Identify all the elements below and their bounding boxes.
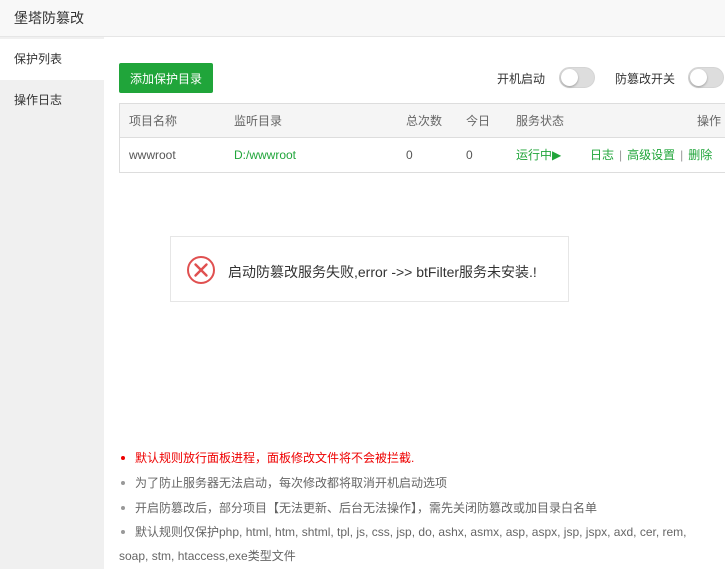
protect-table: 项目名称 监听目录 总次数 今日 服务状态 操作 wwwroot D:/wwwr… bbox=[119, 103, 725, 173]
col-header-ops: 操作 bbox=[697, 114, 722, 128]
row-ops: 日志 | 高级设置 | 删除 bbox=[590, 138, 712, 172]
bullet-icon bbox=[121, 481, 125, 485]
list-item: 开启防篡改后，部分项目【无法更新、后台无法操作】，需先关闭防篡改或加目录白名单 bbox=[119, 500, 719, 516]
ops-separator: | bbox=[680, 148, 684, 162]
bullet-icon bbox=[121, 456, 125, 460]
toggle-knob bbox=[561, 69, 578, 86]
note-text: 默认规则放行面板进程，面板修改文件将不会被拦截. bbox=[135, 451, 415, 465]
note-text: 默认规则仅保护php, html, htm, shtml, tpl, js, c… bbox=[119, 525, 687, 563]
autostart-label: 开机启动 bbox=[497, 72, 546, 86]
table-row: wwwroot D:/wwwroot 0 0 运行中▶ 日志 | 高级设置 | 删除 bbox=[120, 138, 725, 172]
delete-link[interactable]: 删除 bbox=[688, 148, 712, 162]
sidebar-item-protect-list[interactable]: 保护列表 bbox=[0, 39, 104, 80]
main-panel: 添加保护目录 开机启动 防篡改开关 项目名称 监听目录 总次数 今日 服务状态 … bbox=[104, 37, 725, 569]
sidebar-item-label: 保护列表 bbox=[14, 52, 63, 66]
log-link[interactable]: 日志 bbox=[590, 148, 614, 162]
row-today: 0 bbox=[466, 148, 473, 162]
sidebar-item-label: 操作日志 bbox=[14, 93, 63, 107]
notes-list: 默认规则放行面板进程，面板修改文件将不会被拦截. 为了防止服务器无法启动，每次修… bbox=[119, 450, 719, 569]
title-bar: 堡塔防篡改 bbox=[0, 0, 725, 37]
list-item: 默认规则仅保护php, html, htm, shtml, tpl, js, c… bbox=[119, 520, 719, 568]
col-header-dir: 监听目录 bbox=[234, 114, 283, 128]
error-toast: 启动防篡改服务失败,error ->> btFilter服务未安装.! bbox=[170, 236, 569, 302]
toggle-knob bbox=[690, 69, 707, 86]
row-dir-link[interactable]: D:/wwwroot bbox=[234, 138, 296, 172]
tamper-toggle[interactable] bbox=[688, 67, 724, 88]
error-message: 启动防篡改服务失败,error ->> btFilter服务未安装.! bbox=[228, 264, 537, 280]
add-protect-dir-button[interactable]: 添加保护目录 bbox=[119, 63, 213, 93]
table-header: 项目名称 监听目录 总次数 今日 服务状态 操作 bbox=[120, 104, 725, 138]
list-item: 默认规则放行面板进程，面板修改文件将不会被拦截. bbox=[119, 450, 719, 466]
row-status-toggle[interactable]: 运行中▶ bbox=[516, 138, 561, 172]
note-text: 为了防止服务器无法启动，每次修改都将取消开机启动选项 bbox=[135, 476, 448, 490]
row-name: wwwroot bbox=[129, 148, 176, 162]
col-header-name: 项目名称 bbox=[129, 114, 178, 128]
error-x-icon bbox=[187, 256, 215, 284]
col-header-total: 总次数 bbox=[406, 114, 443, 128]
note-text: 开启防篡改后，部分项目【无法更新、后台无法操作】，需先关闭防篡改或加目录白名单 bbox=[135, 501, 598, 515]
col-header-today: 今日 bbox=[466, 114, 491, 128]
advanced-settings-link[interactable]: 高级设置 bbox=[627, 148, 675, 162]
ops-separator: | bbox=[619, 148, 623, 162]
row-total: 0 bbox=[406, 148, 413, 162]
tamper-switch-label: 防篡改开关 bbox=[615, 72, 676, 86]
bullet-icon bbox=[121, 530, 125, 534]
autostart-toggle[interactable] bbox=[559, 67, 595, 88]
sidebar-item-operation-log[interactable]: 操作日志 bbox=[0, 80, 104, 121]
bullet-icon bbox=[121, 506, 125, 510]
col-header-status: 服务状态 bbox=[516, 114, 565, 128]
sidebar: 保护列表 操作日志 bbox=[0, 37, 104, 569]
list-item: 为了防止服务器无法启动，每次修改都将取消开机启动选项 bbox=[119, 475, 719, 491]
window-title: 堡塔防篡改 bbox=[14, 10, 84, 26]
